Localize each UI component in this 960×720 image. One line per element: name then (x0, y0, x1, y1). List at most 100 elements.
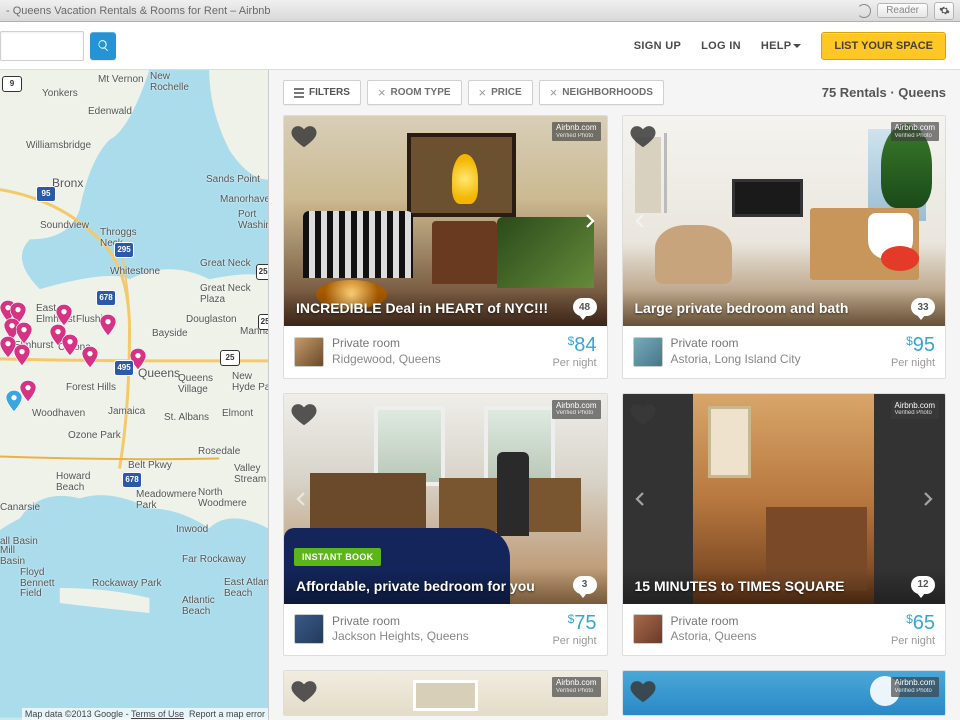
reviews-badge[interactable]: 12 (911, 576, 935, 594)
map-place-label: St. Albans (164, 412, 209, 423)
map-place-label: Manorhaven (220, 194, 269, 205)
wishlist-heart[interactable] (629, 122, 657, 150)
listing-price: $84 (552, 334, 596, 357)
map-place-label: Ozone Park (68, 430, 121, 441)
reviews-badge[interactable]: 48 (573, 298, 597, 316)
filter-neighborhoods[interactable]: ×NEIGHBORHOODS (539, 80, 664, 105)
listing-price: $75 (552, 612, 596, 635)
route-shield: 495 (114, 360, 134, 376)
map-place-label: Valley Stream (234, 464, 266, 485)
listing-card[interactable]: Airbnb.comVerified Photo Large private b… (622, 115, 947, 379)
photo-watermark: Airbnb.comVerified Photo (891, 122, 939, 141)
close-icon: × (550, 89, 558, 97)
host-avatar[interactable] (633, 614, 663, 644)
nav-signup[interactable]: SIGN UP (634, 40, 681, 52)
map-place-label: Floyd Bennett Field (20, 568, 54, 600)
listing-title: 15 MINUTES to TIMES SQUARE (623, 568, 946, 604)
map-place-label: Great Neck (200, 258, 251, 269)
listing-photo[interactable]: Airbnb.comVerified Photo (284, 671, 607, 715)
wishlist-heart[interactable] (629, 400, 657, 428)
nav-login[interactable]: LOG IN (701, 40, 741, 52)
listing-card[interactable]: Airbnb.comVerified Photo INCREDIBLE Deal… (283, 115, 608, 379)
map-place-label: Rockaway Park (92, 578, 161, 589)
map-place-label: Jamaica (108, 406, 145, 417)
listing-card[interactable]: Airbnb.comVerified Photo (283, 670, 608, 716)
price-unit: Per night (891, 357, 935, 370)
route-shield: 295 (114, 242, 134, 258)
search-input[interactable] (0, 31, 84, 61)
price-unit: Per night (552, 357, 596, 370)
photo-watermark: Airbnb.comVerified Photo (891, 400, 939, 419)
photo-watermark: Airbnb.comVerified Photo (552, 400, 600, 419)
map-place-label: Woodhaven (32, 408, 85, 419)
wishlist-heart[interactable] (290, 400, 318, 428)
photo-prev-arrow[interactable] (627, 479, 653, 519)
map-place-label: Port Washington (238, 210, 269, 231)
map-panel[interactable]: Mt VernonNew RochelleYonkersEdenwaldBron… (0, 70, 269, 720)
map-place-label: Canarsie (0, 502, 40, 513)
map-pin[interactable] (100, 314, 116, 336)
results-count: 75 Rentals · Queens (822, 85, 946, 100)
wishlist-heart[interactable] (629, 677, 657, 705)
listing-location: Ridgewood, Queens (332, 352, 544, 368)
listing-photo[interactable]: Airbnb.comVerified Photo INCREDIBLE Deal… (284, 116, 607, 326)
map-place-label: Mt Vernon (98, 74, 144, 85)
map-pin[interactable] (16, 322, 32, 344)
map-place-label: Far Rockaway (182, 554, 246, 565)
reviews-badge[interactable]: 3 (573, 576, 597, 594)
map-pin[interactable] (14, 344, 30, 366)
map-place-label: Inwood (176, 524, 208, 535)
list-your-space-button[interactable]: LIST YOUR SPACE (821, 32, 946, 60)
filter-bar: FILTERS ×ROOM TYPE ×PRICE ×NEIGHBORHOODS… (283, 80, 946, 105)
map-place-label: Yonkers (42, 88, 78, 99)
listing-photo[interactable]: Airbnb.comVerified Photo (623, 671, 946, 715)
listing-photo[interactable]: Airbnb.comVerified Photo Large private b… (623, 116, 946, 326)
host-avatar[interactable] (294, 614, 324, 644)
map-place-label: Douglaston (186, 314, 237, 325)
filter-room-type[interactable]: ×ROOM TYPE (367, 80, 462, 105)
listing-card[interactable]: Airbnb.comVerified Photo 15 MINUTES to T… (622, 393, 947, 657)
wishlist-heart[interactable] (290, 122, 318, 150)
photo-prev-arrow[interactable] (288, 479, 314, 519)
search-button[interactable] (90, 32, 116, 60)
reload-icon[interactable] (857, 4, 871, 18)
photo-next-arrow[interactable] (915, 479, 941, 519)
map-place-label: Bayside (152, 328, 188, 339)
route-shield: 95 (36, 186, 56, 202)
map-pin[interactable] (6, 390, 22, 412)
listing-photo[interactable]: Airbnb.comVerified Photo INSTANT BOOK Af… (284, 394, 607, 604)
wishlist-heart[interactable] (290, 677, 318, 705)
listings-grid: Airbnb.comVerified Photo INCREDIBLE Deal… (283, 115, 946, 716)
map-place-label: Atlantic Beach (182, 596, 215, 617)
map-place-label: Bronx (52, 176, 83, 190)
gear-icon (939, 5, 950, 16)
host-avatar[interactable] (294, 337, 324, 367)
photo-prev-arrow[interactable] (627, 201, 653, 241)
filters-button[interactable]: FILTERS (283, 80, 361, 105)
reader-button[interactable]: Reader (877, 3, 928, 18)
map-pin[interactable] (56, 304, 72, 326)
close-icon: × (479, 89, 487, 97)
map-pin[interactable] (20, 380, 36, 402)
nav-help[interactable]: HELP (761, 40, 802, 52)
map-place-label: Howard Beach (56, 472, 90, 493)
map-report-link[interactable]: Report a map error (189, 709, 265, 719)
map-terms-link[interactable]: Terms of Use (131, 709, 184, 719)
listing-card[interactable]: Airbnb.comVerified Photo (622, 670, 947, 716)
filter-price[interactable]: ×PRICE (468, 80, 533, 105)
browser-settings-button[interactable] (934, 2, 954, 20)
reviews-badge[interactable]: 33 (911, 298, 935, 316)
listing-price: $65 (891, 612, 935, 635)
route-shield: 25 (220, 350, 240, 366)
photo-next-arrow[interactable] (577, 201, 603, 241)
host-avatar[interactable] (633, 337, 663, 367)
map-place-label: Williamsbridge (26, 140, 91, 151)
listing-photo[interactable]: Airbnb.comVerified Photo 15 MINUTES to T… (623, 394, 946, 604)
map-pin[interactable] (62, 334, 78, 356)
listing-card[interactable]: Airbnb.comVerified Photo INSTANT BOOK Af… (283, 393, 608, 657)
map-place-label: Soundview (40, 220, 89, 231)
room-type: Private room (332, 336, 544, 352)
map-pin[interactable] (82, 346, 98, 368)
close-icon: × (378, 89, 386, 97)
map-place-label: Forest Hills (66, 382, 116, 393)
